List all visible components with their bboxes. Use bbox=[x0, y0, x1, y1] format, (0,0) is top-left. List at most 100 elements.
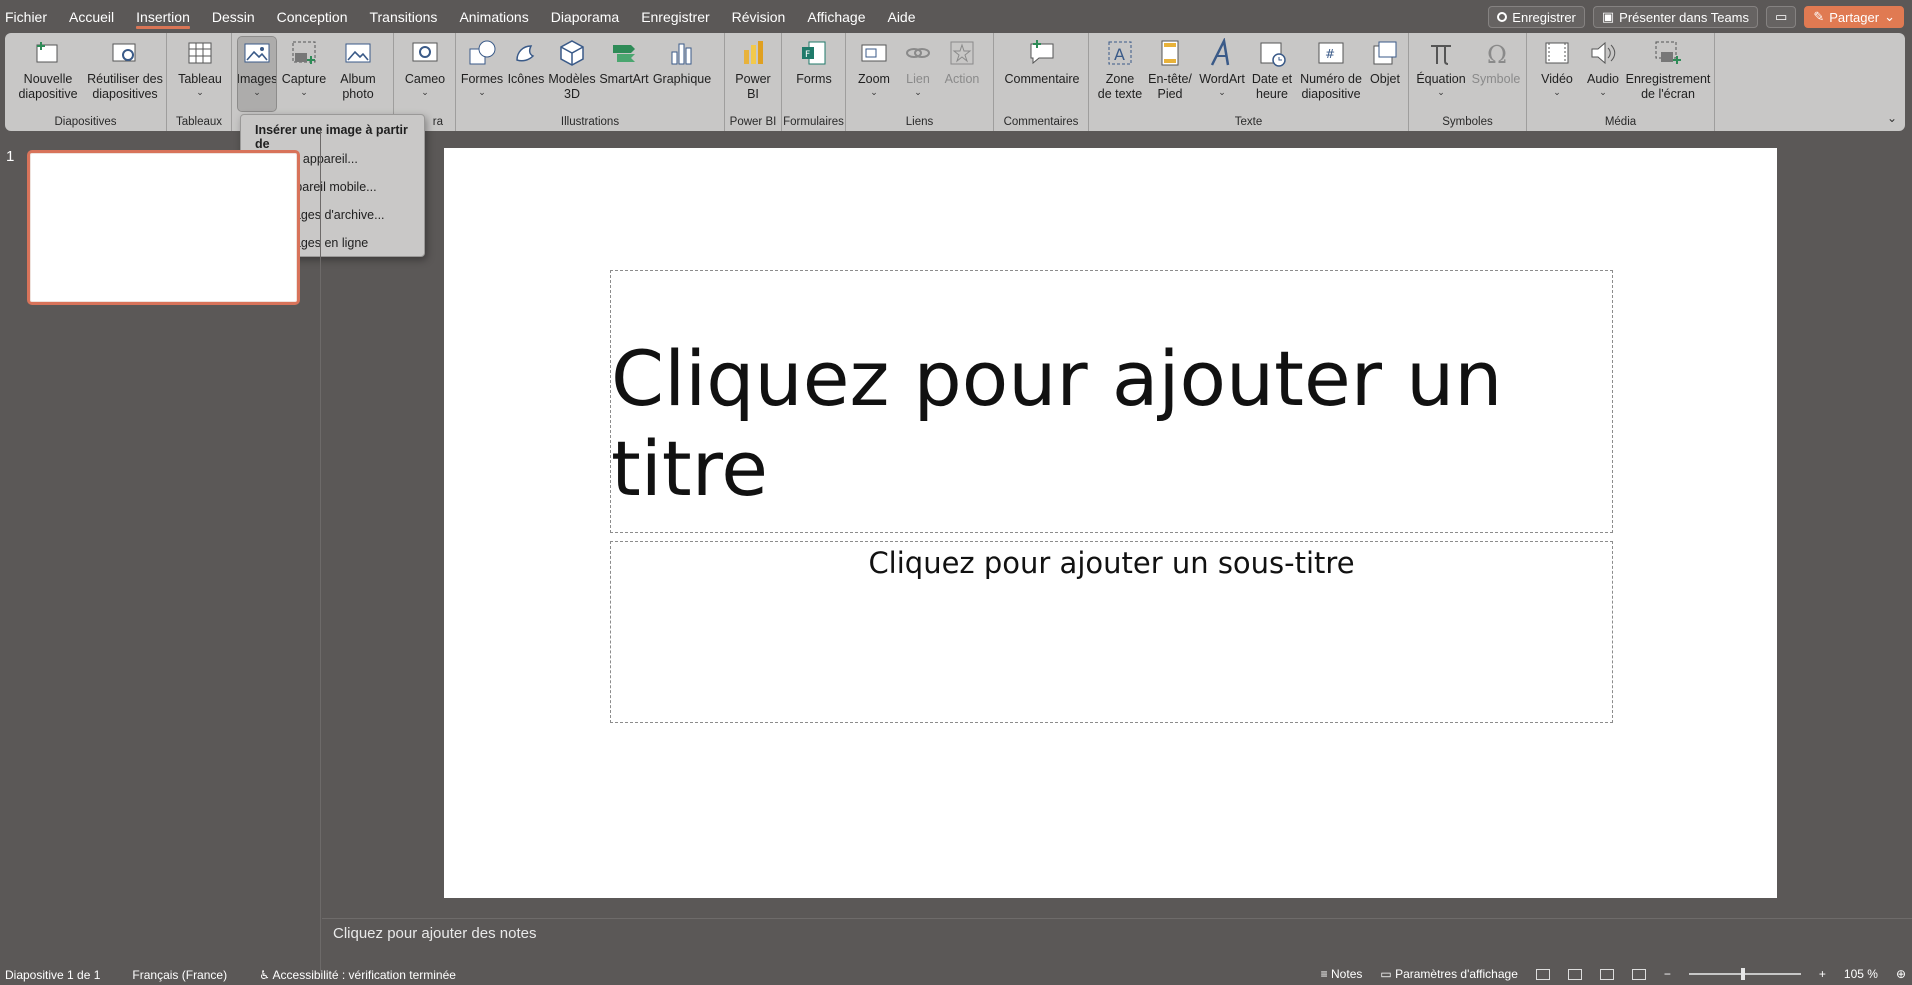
new-slide-label-1: Nouvelle bbox=[23, 72, 73, 86]
notes-placeholder[interactable]: Cliquez pour ajouter des notes bbox=[333, 925, 536, 942]
tab-accueil[interactable]: Accueil bbox=[58, 0, 125, 34]
shapes-icon bbox=[466, 37, 498, 69]
chevron-down-icon: ⌄ bbox=[870, 87, 878, 97]
slide-thumbnail[interactable] bbox=[27, 150, 300, 305]
album-button[interactable]: Album photo bbox=[332, 37, 384, 102]
subtitle-placeholder[interactable]: Cliquez pour ajouter un sous-titre bbox=[610, 541, 1613, 723]
title-placeholder[interactable]: Cliquez pour ajouter un titre bbox=[610, 270, 1613, 533]
tab-conception[interactable]: Conception bbox=[266, 0, 359, 34]
display-settings-button[interactable]: ▭ Paramètres d'affichage bbox=[1380, 967, 1518, 981]
zoom-slider-thumb[interactable] bbox=[1740, 968, 1745, 980]
shapes-button[interactable]: Formes ⌄ bbox=[460, 37, 504, 97]
textbox-label-1: Zone bbox=[1105, 72, 1135, 86]
object-icon bbox=[1369, 37, 1401, 69]
icons-button[interactable]: Icônes bbox=[506, 37, 546, 87]
header-footer-icon bbox=[1154, 37, 1186, 69]
chevron-down-icon: ⌄ bbox=[914, 87, 922, 97]
accessibility-label: Accessibilité : vérification terminée bbox=[272, 968, 456, 982]
capture-button[interactable]: Capture ⌄ bbox=[281, 37, 327, 97]
teams-label: Présenter dans Teams bbox=[1619, 9, 1750, 25]
tab-enregistrer[interactable]: Enregistrer bbox=[630, 0, 720, 34]
ribbon-expand-icon[interactable]: ⌄ bbox=[1887, 111, 1897, 125]
video-button[interactable]: Vidéo ⌄ bbox=[1535, 37, 1579, 97]
zoom-out-button[interactable]: − bbox=[1664, 967, 1671, 981]
textbox-icon: A bbox=[1104, 37, 1136, 69]
tab-affichage[interactable]: Affichage bbox=[796, 0, 876, 34]
powerbi-icon bbox=[737, 37, 769, 69]
notes-divider[interactable] bbox=[322, 918, 1912, 919]
equation-button[interactable]: Équation ⌄ bbox=[1415, 37, 1467, 97]
object-button[interactable]: Objet bbox=[1365, 37, 1405, 87]
screen-record-label-1: Enregistrement bbox=[1625, 72, 1711, 86]
header-footer-button[interactable]: En-tête/ Pied bbox=[1145, 37, 1195, 102]
action-button[interactable]: Action bbox=[940, 37, 984, 87]
datetime-button[interactable]: Date et heure bbox=[1247, 37, 1297, 102]
speaker-icon bbox=[1587, 37, 1619, 69]
forms-button[interactable]: F Forms bbox=[792, 37, 836, 87]
record-button[interactable]: Enregistrer bbox=[1488, 6, 1585, 28]
reuse-slides-button[interactable]: Réutiliser des diapositives bbox=[87, 37, 163, 102]
smartart-button[interactable]: SmartArt bbox=[598, 37, 650, 87]
slide-number-button[interactable]: # Numéro de diapositive bbox=[1299, 37, 1363, 102]
group-texte: A Zone de texte En-tête/ Pied WordArt ⌄ … bbox=[1089, 33, 1409, 131]
tab-aide[interactable]: Aide bbox=[876, 0, 926, 34]
comment-button[interactable]: Commentaire bbox=[1002, 37, 1082, 87]
link-button[interactable]: Lien ⌄ bbox=[900, 37, 936, 97]
slide-thumbnail-number: 1 bbox=[6, 148, 15, 165]
icons-icon bbox=[510, 37, 542, 69]
images-button[interactable]: Images ⌄ bbox=[236, 36, 278, 112]
screen-record-button[interactable]: Enregistrement de l'écran bbox=[1625, 37, 1711, 102]
new-slide-button[interactable]: Nouvelle diapositive bbox=[13, 37, 83, 102]
reuse-label-2: diapositives bbox=[92, 87, 158, 101]
normal-view-icon[interactable] bbox=[1535, 968, 1550, 980]
powerbi-button[interactable]: Power BI bbox=[731, 37, 775, 102]
slide-sorter-icon[interactable] bbox=[1567, 968, 1582, 980]
cameo-button[interactable]: Cameo ⌄ bbox=[402, 37, 448, 97]
zoom-button[interactable]: Zoom ⌄ bbox=[854, 37, 894, 97]
tab-revision[interactable]: Révision bbox=[721, 0, 797, 34]
accessibility-status[interactable]: ♿ Accessibilité : vérification terminée bbox=[259, 968, 456, 982]
cameo-icon bbox=[409, 37, 441, 69]
chevron-down-icon: ⌄ bbox=[421, 87, 429, 97]
image-icon bbox=[241, 37, 273, 69]
group-label-illustrations: Illustrations bbox=[560, 116, 620, 128]
wordart-button[interactable]: WordArt ⌄ bbox=[1197, 37, 1247, 97]
tab-diaporama[interactable]: Diaporama bbox=[540, 0, 630, 34]
tab-transitions[interactable]: Transitions bbox=[358, 0, 448, 34]
tab-insertion[interactable]: Insertion bbox=[125, 0, 201, 34]
models3d-label-1: Modèles bbox=[548, 72, 596, 86]
equation-label: Équation bbox=[1416, 72, 1466, 86]
table-label: Tableau bbox=[178, 72, 222, 86]
notes-toggle-button[interactable]: ≡ Notes bbox=[1321, 967, 1363, 981]
tab-fichier[interactable]: Fichier bbox=[0, 0, 58, 34]
share-label: Partager bbox=[1829, 9, 1880, 25]
audio-button[interactable]: Audio ⌄ bbox=[1583, 37, 1623, 97]
tab-dessin[interactable]: Dessin bbox=[201, 0, 266, 34]
models3d-button[interactable]: Modèles 3D bbox=[548, 37, 596, 102]
group-label-texte: Texte bbox=[1234, 116, 1263, 128]
language-status[interactable]: Français (France) bbox=[132, 968, 227, 982]
zoom-level[interactable]: 105 % bbox=[1844, 967, 1878, 981]
textbox-button[interactable]: A Zone de texte bbox=[1097, 37, 1143, 102]
pane-divider[interactable] bbox=[320, 131, 321, 971]
images-label: Images bbox=[236, 72, 278, 86]
group-formulaires: F Forms Formulaires bbox=[782, 33, 846, 131]
album-label-1: Album bbox=[340, 72, 376, 86]
zoom-in-button[interactable]: + bbox=[1819, 967, 1826, 981]
album-icon bbox=[342, 37, 374, 69]
tab-animations[interactable]: Animations bbox=[448, 0, 539, 34]
slideshow-icon[interactable] bbox=[1631, 968, 1646, 980]
fit-to-window-icon[interactable]: ⊕ bbox=[1896, 967, 1906, 981]
chart-button[interactable]: Graphique bbox=[652, 37, 712, 87]
cameo-label: Cameo bbox=[404, 72, 446, 86]
share-button[interactable]: ✎ Partager ⌄ bbox=[1804, 6, 1904, 28]
symbol-button[interactable]: Ω Symbole bbox=[1469, 37, 1523, 87]
chevron-down-icon: ⌄ bbox=[253, 87, 261, 97]
group-label-powerbi: Power BI bbox=[729, 116, 777, 128]
reading-view-icon[interactable] bbox=[1599, 968, 1614, 980]
comments-button[interactable]: ▭ bbox=[1766, 6, 1797, 28]
present-teams-button[interactable]: ▣ Présenter dans Teams bbox=[1592, 6, 1759, 28]
zoom-slider[interactable] bbox=[1688, 968, 1801, 980]
table-button[interactable]: Tableau ⌄ bbox=[175, 37, 225, 97]
table-icon bbox=[184, 37, 216, 69]
